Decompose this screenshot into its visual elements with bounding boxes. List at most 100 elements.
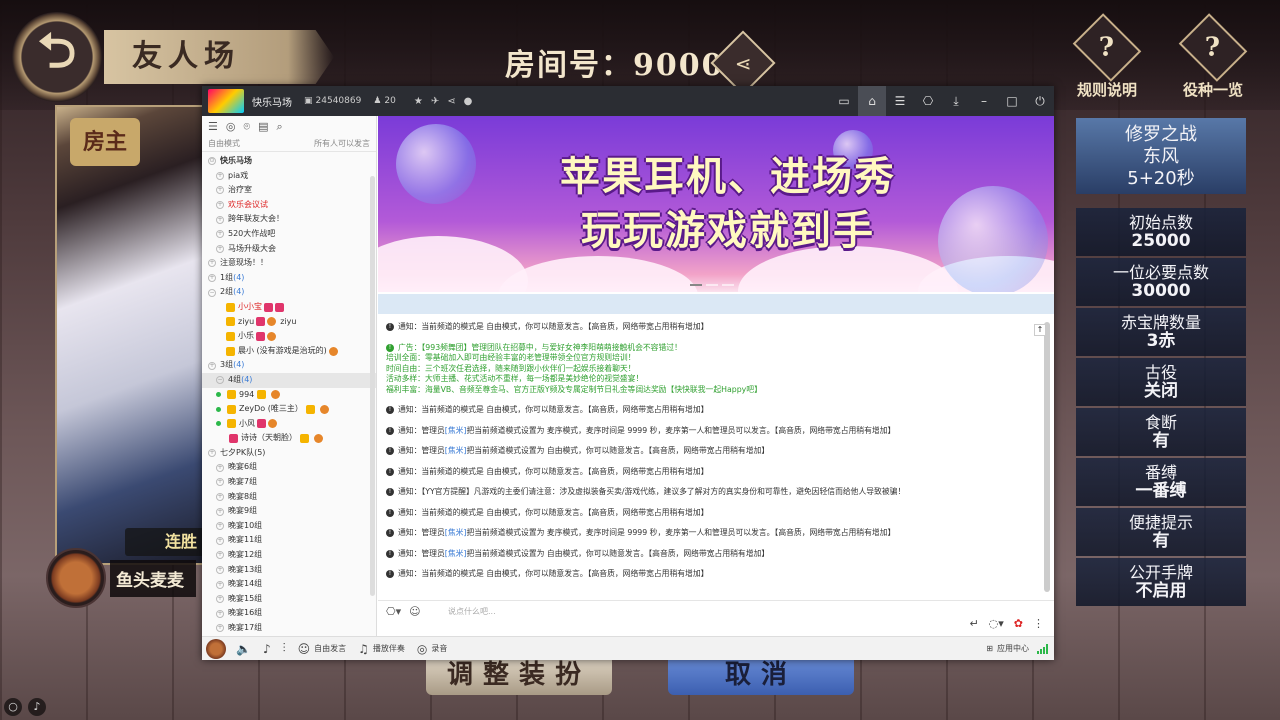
tree-root[interactable]: ⊙ 快乐马场	[208, 154, 376, 169]
tree-item[interactable]: + 晚宴14组	[208, 577, 376, 592]
back-button[interactable]: ⮌	[12, 12, 102, 102]
tree-item[interactable]: + 晚宴6组	[208, 460, 376, 475]
tree-item[interactable]: + pia戏	[208, 169, 376, 184]
avatar[interactable]	[206, 638, 226, 659]
download-icon[interactable]: ⤓	[942, 86, 970, 116]
gamepad-icon[interactable]: ⎔	[914, 86, 942, 116]
tree-item[interactable]: + 晚宴13组	[208, 563, 376, 578]
member-item[interactable]: ZeyDo (唯三主）	[208, 402, 376, 417]
tree-item[interactable]: + 晚宴12组	[208, 548, 376, 563]
tree-item[interactable]: + 跨年联友大会！	[208, 212, 376, 227]
title-tools: ★ ✈ ⋖ ●	[414, 96, 472, 107]
star-icon[interactable]: ★	[414, 96, 423, 107]
members-icon[interactable]: ☰	[208, 120, 218, 133]
tree-item[interactable]: + 晚宴15组	[208, 592, 376, 607]
free-speak-button[interactable]: ☺ 自由发言	[298, 642, 347, 656]
mixer-icon[interactable]: ⫶	[283, 641, 286, 656]
tree-item[interactable]: + 晚宴11组	[208, 533, 376, 548]
tree-group-1[interactable]: +1组 (4)	[208, 271, 376, 286]
mic-icon[interactable]: ♪	[28, 698, 46, 716]
page-title: 友人场	[104, 30, 334, 84]
host-badge: 房主	[70, 118, 140, 166]
tree-item[interactable]: + 晚宴10组	[208, 519, 376, 534]
home-icon[interactable]: ⌂	[858, 86, 886, 116]
rules-button-label: 规则说明	[1076, 81, 1137, 99]
rule-item: 番缚 一番缚	[1076, 458, 1246, 506]
speaker-icon[interactable]: 🔈	[236, 642, 251, 656]
chat-icon[interactable]: ◎	[226, 120, 236, 133]
tree-item[interactable]: + 晚宴9组	[208, 504, 376, 519]
id-icon: ▣	[304, 96, 313, 106]
record-button[interactable]: ◎ 录音	[417, 642, 447, 656]
enter-icon[interactable]: ↵	[969, 617, 978, 630]
rules-button[interactable]: ? 规则说明	[1064, 13, 1150, 100]
tree-item[interactable]: + 注意现场！！	[208, 256, 376, 271]
list-icon[interactable]: ☰	[886, 86, 914, 116]
tree-item[interactable]: + 马场升级大会	[208, 242, 376, 257]
chat-message: ! 通知：当前频道的模式是 自由模式，你可以随意发言。【高音质，网络带宽占用稍有增…	[386, 405, 1038, 416]
board-icon[interactable]: ▤	[258, 120, 268, 133]
tree-group-2[interactable]: −2组 (4)	[208, 285, 376, 300]
yy-bottom-bar: 🔈 ♪ ⫶ ☺ 自由发言 ♫ 播放伴奏 ◎ 录音 ⊞ 应用中心	[202, 636, 1054, 660]
adjust-outfit-button[interactable]: 调整装扮	[426, 655, 612, 695]
back-arrow-icon: ⮌	[37, 22, 77, 79]
cancel-button[interactable]: 取消	[668, 655, 854, 695]
chat-message: ! 通知：管理员 [焦米] 把当前频道模式设置为 自由模式，你可以随意发言。【高音…	[386, 549, 1038, 560]
tree-item[interactable]: + 欢乐会议试	[208, 198, 376, 213]
sidebar-scrollbar[interactable]	[370, 176, 375, 596]
rose-icon[interactable]: ✿	[1014, 617, 1023, 630]
help-icon[interactable]: ○	[4, 698, 22, 716]
member-item[interactable]: 晨小 (没有游戏是治玩的)	[208, 344, 376, 359]
microphone-icon[interactable]: ♪	[263, 642, 271, 656]
tree-item[interactable]: + 晚宴16组	[208, 606, 376, 621]
tree-group-4[interactable]: −4组 (4)	[202, 372, 376, 388]
channel-sidebar: ☰ ◎ ⌾ ▤ ⌕ 自由模式 所有人可以发言 ⊙ 快乐马场 + pia戏 + 治疗室 …	[202, 116, 377, 636]
member-item[interactable]: 小乐	[208, 329, 376, 344]
chat-input-area: ⎔▾ ☺ 说点什么吧... ↵ ◌▾ ✿ ⋮	[378, 600, 1054, 636]
tree-group-3[interactable]: +3组 (4)	[208, 358, 376, 373]
member-item[interactable]: 小小宝	[208, 300, 376, 315]
yy-titlebar: 快乐马场 ▣ 24540869 ♟ 20 ★ ✈ ⋖ ● ▭ ⌂ ☰ ⎔ ⤓ – □…	[202, 86, 1054, 116]
alert-icon[interactable]: ●	[464, 96, 473, 107]
chat-message: ! 通知：当前频道的模式是 自由模式，你可以随意发言。【高音质，网络带宽占用稍有增…	[386, 508, 1038, 519]
rule-mode: 修罗之战 东风 5+20秒	[1076, 118, 1246, 194]
comment-icon[interactable]: ◌▾	[989, 617, 1004, 630]
chat-input[interactable]: 说点什么吧...	[448, 606, 496, 617]
share-icon[interactable]: ⋖	[447, 96, 455, 107]
gamepad-icon[interactable]: ⎔▾	[386, 605, 401, 618]
more-icon[interactable]: ⋮	[1033, 617, 1044, 630]
tree-item[interactable]: + 晚宴17组	[208, 621, 376, 632]
rule-item: 便捷提示有	[1076, 508, 1246, 556]
chat-message: ! 通知：管理员 [焦米] 把当前频道模式设置为 麦序模式，麦序时间是 9999 …	[386, 426, 1038, 437]
video-icon[interactable]: ▭	[830, 86, 858, 116]
scroll-top-button[interactable]: ↑	[1034, 324, 1046, 336]
app-center-button[interactable]: ⊞ 应用中心	[986, 643, 1054, 654]
tree-item[interactable]: + 治疗室	[208, 183, 376, 198]
tree-item[interactable]: + 晚宴8组	[208, 490, 376, 505]
location-icon[interactable]: ⌾	[243, 120, 250, 133]
banner-pagination[interactable]	[690, 284, 734, 286]
minimize-icon[interactable]: –	[970, 86, 998, 116]
member-item[interactable]: 小风	[208, 417, 376, 432]
tree-item[interactable]: +520大作战吧	[208, 227, 376, 242]
user-icon: ♟	[373, 96, 382, 106]
member-item[interactable]: ziyu ziyu	[208, 315, 376, 330]
emoji-icon[interactable]: ☺	[409, 605, 420, 618]
member-item[interactable]: 诗诗（天朝脸）	[208, 431, 376, 446]
rule-item: 初始点数 25000	[1076, 208, 1246, 256]
yy-window: 快乐马场 ▣ 24540869 ♟ 20 ★ ✈ ⋖ ● ▭ ⌂ ☰ ⎔ ⤓ – □…	[202, 86, 1054, 660]
chat-scrollbar[interactable]	[1044, 322, 1050, 592]
member-item[interactable]: 994	[208, 388, 376, 403]
search-icon[interactable]: ⌕	[277, 120, 283, 133]
yaku-button-label: 役种一览	[1182, 81, 1243, 99]
tree-item[interactable]: + 晚宴7组	[208, 475, 376, 490]
plane-icon[interactable]: ✈	[431, 96, 439, 107]
maximize-icon[interactable]: □	[998, 86, 1026, 116]
accompany-button[interactable]: ♫ 播放伴奏	[358, 642, 405, 656]
chat-message: ! 通知：管理员 [焦米] 把当前频道模式设置为 自由模式，你可以随意发言。【高音…	[386, 446, 1038, 457]
yaku-button[interactable]: ? 役种一览	[1170, 13, 1256, 100]
power-icon[interactable]: ⏻	[1026, 86, 1054, 116]
rule-item: 一位必要点数 30000	[1076, 258, 1246, 306]
tree-group-pk[interactable]: + 七夕PK队(5)	[208, 446, 376, 461]
promo-banner[interactable]: 苹果耳机、进场秀 玩玩游戏就到手	[378, 116, 1054, 292]
